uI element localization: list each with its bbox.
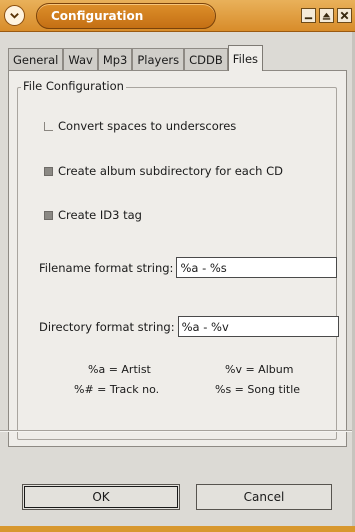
close-icon	[340, 11, 349, 20]
tab-bar: General Wav Mp3 Players CDDB Files	[8, 45, 264, 71]
legend-track: %# = Track no.	[74, 383, 160, 396]
checkbox-checked-icon	[44, 210, 53, 220]
chevron-down-icon	[10, 13, 19, 19]
legend-artist: %a = Artist	[88, 363, 151, 376]
minimize-button[interactable]	[301, 8, 316, 23]
window-controls	[301, 8, 352, 23]
cancel-label: Cancel	[243, 490, 285, 504]
filename-format-label: Filename format string:	[39, 260, 174, 275]
tab-label: Wav	[68, 52, 93, 67]
checkbox-label: Convert spaces to underscores	[58, 119, 237, 133]
directory-format-input[interactable]: %a - %v	[177, 316, 339, 337]
legend-album: %v = Album	[225, 363, 294, 376]
ok-label: OK	[92, 490, 110, 504]
checkbox-label: Create ID3 tag	[58, 208, 142, 222]
frame-title: File Configuration	[21, 79, 126, 93]
directory-format-value: %a - %v	[181, 319, 229, 334]
tab-general[interactable]: General	[8, 48, 64, 70]
window-bottom-border	[0, 526, 355, 532]
directory-format-row: Directory format string: %a - %v	[39, 316, 339, 337]
filename-format-input[interactable]: %a - %s	[176, 257, 338, 278]
id3-tag-checkbox[interactable]: Create ID3 tag	[44, 208, 142, 222]
checkbox-unchecked-icon	[44, 121, 53, 131]
title-bar: Configuration	[0, 0, 355, 32]
close-button[interactable]	[337, 8, 352, 23]
tab-cddb[interactable]: CDDB	[184, 48, 228, 70]
minimize-icon	[304, 17, 313, 20]
window-title: Configuration	[51, 9, 144, 23]
album-subdirectory-checkbox[interactable]: Create album subdirectory for each CD	[44, 164, 283, 178]
tab-files[interactable]: Files	[227, 45, 264, 71]
checkbox-label: Create album subdirectory for each CD	[58, 164, 283, 178]
tab-mp3[interactable]: Mp3	[97, 48, 133, 70]
tab-wav[interactable]: Wav	[63, 48, 98, 70]
directory-format-label: Directory format string:	[39, 319, 175, 334]
convert-spaces-checkbox[interactable]: Convert spaces to underscores	[44, 119, 236, 133]
checkbox-checked-icon	[44, 166, 53, 176]
tab-label: Mp3	[102, 52, 128, 67]
ok-button[interactable]: OK	[22, 484, 180, 510]
maximize-button[interactable]	[319, 8, 334, 23]
legend-song-title: %s = Song title	[215, 383, 301, 396]
maximize-icon	[322, 12, 331, 20]
tab-label: Players	[137, 52, 180, 67]
tab-players[interactable]: Players	[132, 48, 185, 70]
tab-label: General	[13, 52, 59, 67]
tab-label: Files	[232, 51, 259, 66]
dialog-body: General Wav Mp3 Players CDDB Files File …	[0, 32, 355, 532]
filename-format-row: Filename format string: %a - %s	[39, 257, 338, 278]
cancel-button[interactable]: Cancel	[196, 484, 332, 510]
filename-format-value: %a - %s	[180, 260, 227, 275]
window-menu-button[interactable]	[4, 5, 25, 26]
title-pill: Configuration	[36, 3, 216, 29]
tab-label: CDDB	[189, 52, 223, 67]
separator	[0, 430, 355, 432]
